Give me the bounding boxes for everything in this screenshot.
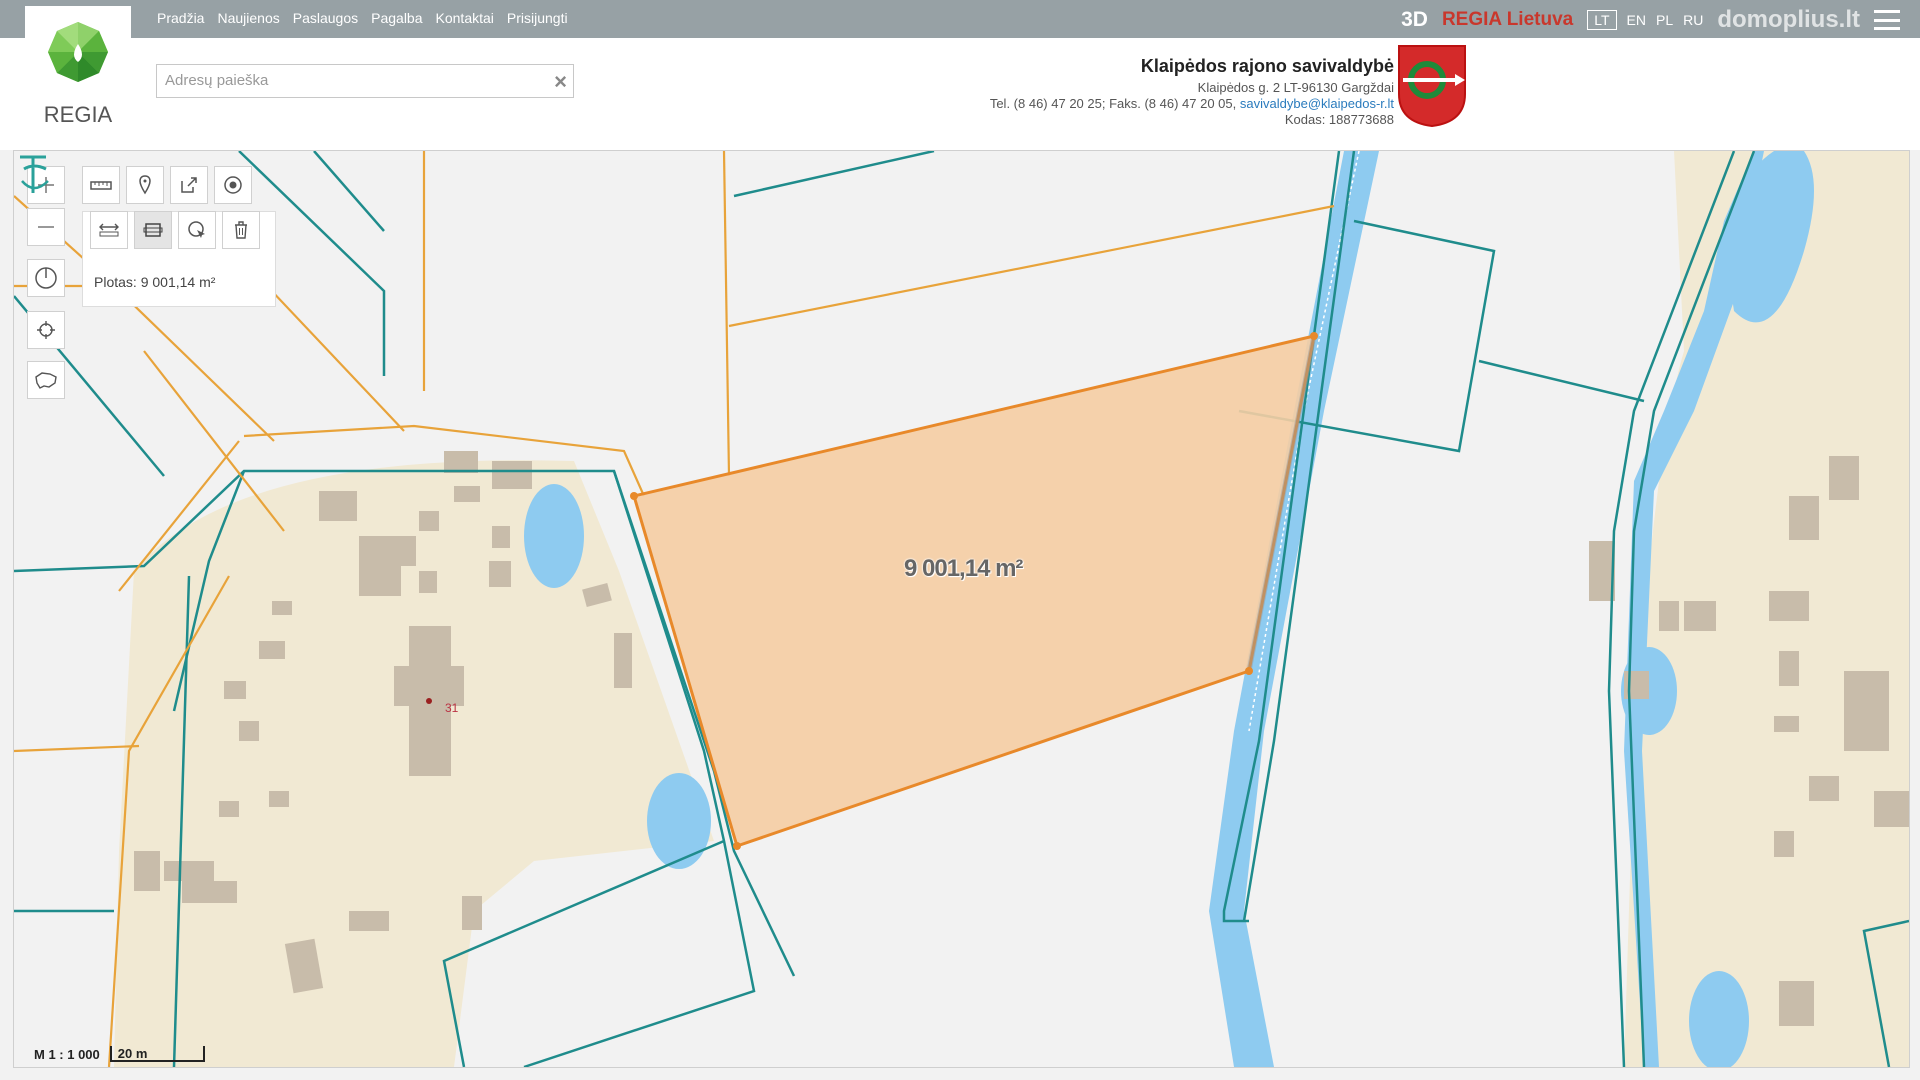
nav-services[interactable]: Paslaugos	[293, 10, 358, 26]
address-search-input[interactable]	[157, 65, 543, 95]
pin-icon	[139, 175, 151, 195]
trash-icon	[235, 221, 247, 239]
nav-help[interactable]: Pagalba	[371, 10, 422, 26]
nav-contacts[interactable]: Kontaktai	[436, 10, 494, 26]
pond-2	[647, 773, 711, 869]
municipality-phone: Tel. (8 46) 47 20 25; Faks. (8 46) 47 20…	[989, 96, 1237, 111]
pond-4	[1689, 971, 1749, 1067]
nav-news[interactable]: Naujienos	[217, 10, 279, 26]
corner-brand-logo-icon	[20, 155, 49, 193]
nav-login[interactable]: Prisijungti	[507, 10, 568, 26]
language-switcher: LT EN PL RU	[1587, 10, 1703, 30]
zoom-out-button[interactable]	[27, 208, 65, 246]
identify-button[interactable]	[214, 166, 252, 204]
municipality-name: Klaipėdos rajono savivaldybė	[1140, 56, 1394, 76]
parcel-area-label: 9 001,14 m²	[904, 555, 1023, 582]
lang-ru[interactable]: RU	[1683, 12, 1703, 28]
pond-1	[524, 484, 584, 588]
full-extent-button[interactable]	[27, 361, 65, 399]
regia-logo[interactable]: REGIA	[25, 6, 131, 130]
3d-button[interactable]: 3D	[1401, 8, 1428, 32]
main-nav: Pradžia Naujienos Paslaugos Pagalba Kont…	[157, 10, 568, 26]
measure-area-button[interactable]	[134, 211, 172, 249]
map-viewport[interactable]: Plotas: 9 001,14 m² 9 001,14 m² 31 M 1 :…	[13, 150, 1910, 1068]
lithuania-icon	[35, 372, 57, 389]
locate-me-button[interactable]	[27, 311, 65, 349]
measure-tool-button[interactable]	[82, 166, 120, 204]
logo-text: REGIA	[43, 102, 113, 127]
municipality-crest-icon	[1398, 45, 1466, 128]
scale-ratio: M 1 : 1 000	[34, 1047, 100, 1062]
pointer-icon	[188, 221, 205, 238]
hamburger-menu-icon[interactable]	[1874, 10, 1900, 30]
measure-line-icon	[99, 223, 119, 237]
delete-button[interactable]	[222, 211, 260, 249]
lang-en[interactable]: EN	[1627, 12, 1646, 28]
top-bar: Pradžia Naujienos Paslaugos Pagalba Kont…	[0, 0, 1920, 38]
top-right-controls: 3D REGIA Lietuva LT EN PL RU domoplius.l…	[1401, 6, 1900, 34]
map-canvas[interactable]	[14, 151, 1909, 1067]
address-number-label: 31	[445, 701, 459, 715]
marker-tool-button[interactable]	[126, 166, 164, 204]
scale-bar: 20 m	[109, 1046, 205, 1062]
share-icon	[181, 177, 197, 193]
clear-search-icon[interactable]: ×	[554, 69, 567, 95]
measure-distance-button[interactable]	[90, 211, 128, 249]
municipality-address: Klaipėdos g. 2 LT-96130 Gargždai	[1197, 80, 1394, 95]
measure-area-icon	[143, 223, 163, 237]
municipality-code: Kodas: 188773688	[1284, 112, 1394, 127]
watermark: domoplius.lt	[1717, 6, 1860, 33]
lang-pl[interactable]: PL	[1656, 12, 1673, 28]
regia-lietuva-link[interactable]: REGIA Lietuva	[1442, 9, 1573, 31]
measured-parcel[interactable]	[632, 334, 1316, 848]
select-tool-button[interactable]	[178, 211, 216, 249]
regia-logo-icon	[48, 22, 108, 82]
scale-indicator: M 1 : 1 000 20 m	[34, 1046, 205, 1062]
address-point-icon	[426, 698, 432, 704]
address-search: ×	[156, 64, 574, 98]
lang-lt[interactable]: LT	[1587, 10, 1617, 30]
municipality-email[interactable]: savivaldybe@klaipedos-r.lt	[1240, 96, 1394, 111]
share-button[interactable]	[170, 166, 208, 204]
target-icon	[224, 176, 242, 194]
north-reset-button[interactable]	[27, 259, 65, 297]
locate-icon	[37, 321, 55, 339]
ruler-icon	[90, 181, 112, 190]
measured-area-readout: Plotas: 9 001,14 m²	[94, 274, 216, 290]
municipality-info: Klaipėdos rajono savivaldybė Klaipėdos g…	[989, 56, 1394, 128]
minus-icon	[38, 226, 54, 228]
compass-icon	[35, 267, 57, 289]
nav-home[interactable]: Pradžia	[157, 10, 204, 26]
